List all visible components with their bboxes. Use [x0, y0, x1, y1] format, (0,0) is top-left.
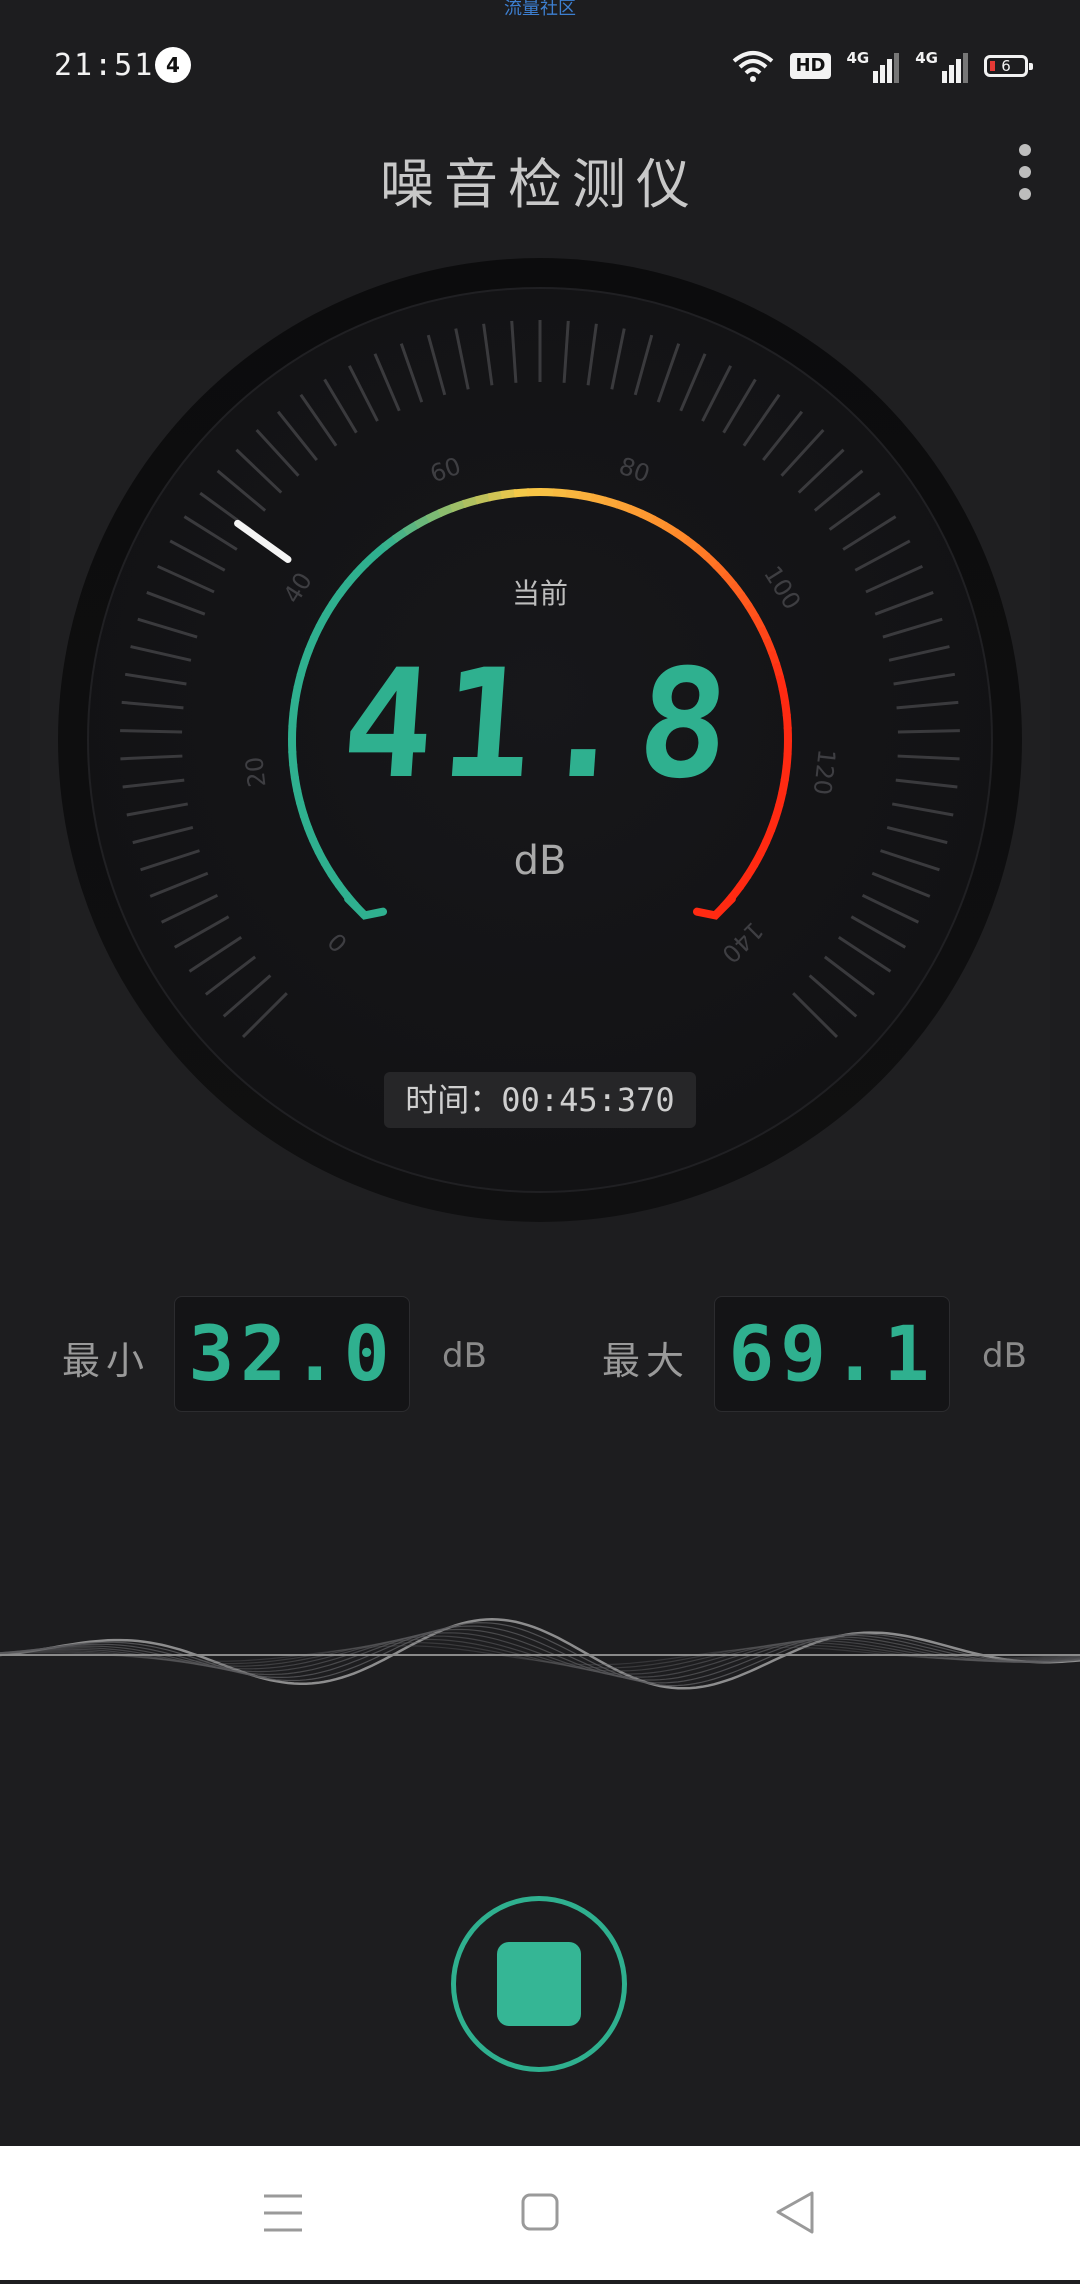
min-unit: dB: [442, 1336, 487, 1376]
elapsed-timer: 时间：00:45:370: [384, 1072, 696, 1128]
gauge-arc-segment: [463, 500, 477, 504]
battery-icon: 6: [984, 55, 1028, 77]
current-label: 当前: [0, 572, 1080, 612]
status-icons: HD 4G 4G 6: [732, 44, 1028, 88]
gauge-arc-segment: [488, 495, 503, 498]
gauge-arc-segment: [592, 497, 607, 501]
hd-icon: HD: [790, 53, 830, 79]
gauge-arc-segment: [771, 817, 776, 831]
stop-icon: [497, 1942, 581, 2026]
current-unit: dB: [0, 838, 1080, 884]
signal-4g-icon: 4G: [847, 49, 900, 83]
page-title: 噪音检测仪: [0, 140, 1080, 219]
menu-icon: [222, 2146, 342, 2280]
gauge-arc-segment: [501, 493, 516, 495]
signal-4g-icon: 4G: [915, 49, 968, 83]
gauge-arc-segment: [439, 508, 453, 514]
back-button[interactable]: [736, 2146, 856, 2280]
wifi-icon: [732, 49, 774, 83]
gauge-arc-segment: [300, 802, 304, 816]
gauge-arc-segment: [304, 815, 309, 829]
min-label: 最小: [62, 1330, 150, 1385]
gauge-arc-segment: [451, 504, 465, 509]
gauge-arc-segment: [617, 504, 631, 509]
gauge-arc-segment: [629, 508, 643, 514]
home-button[interactable]: [480, 2146, 600, 2280]
gauge-arc-segment: [476, 497, 491, 500]
top-caption: 流量社区: [0, 0, 1080, 18]
gauge-arc-segment: [579, 495, 594, 498]
max-label: 最大: [602, 1330, 690, 1385]
gauge-arc-segment: [566, 493, 581, 495]
gauge-arc-segment: [604, 500, 618, 504]
current-db-value: 41.8: [0, 650, 1080, 800]
max-unit: dB: [982, 1336, 1027, 1376]
gauge-arc-segment: [553, 492, 568, 493]
sound-waveform: [0, 1590, 1080, 1720]
gauge-arc-segment: [775, 804, 779, 818]
net-label: 4G: [847, 49, 870, 67]
system-nav-bar: [0, 2146, 1080, 2280]
gauge-arc-segment: [514, 492, 529, 493]
stop-button[interactable]: [451, 1896, 627, 2072]
max-value: 69.1: [714, 1296, 950, 1412]
menu-button[interactable]: [222, 2146, 342, 2280]
status-time: 21:51: [54, 48, 154, 83]
home-icon: [480, 2146, 600, 2280]
notification-count-badge: 4: [155, 47, 191, 83]
back-icon: [736, 2146, 856, 2280]
more-vertical-icon[interactable]: [1010, 140, 1040, 204]
min-value: 32.0: [174, 1296, 410, 1412]
net-label: 4G: [915, 49, 938, 67]
